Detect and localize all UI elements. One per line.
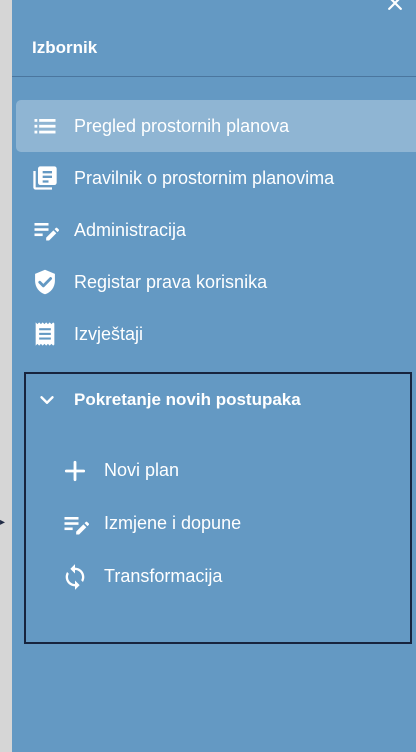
navigation-drawer: Izbornik Pregled prostornih planova Prav…: [12, 0, 416, 752]
nav-item-registar-prava[interactable]: Registar prava korisnika: [12, 256, 416, 308]
nav-item-pravilnik[interactable]: Pravilnik o prostornim planovima: [12, 152, 416, 204]
nav-item-label: Transformacija: [104, 566, 223, 586]
receipt-icon: [30, 319, 60, 349]
edit-note-icon: [60, 509, 90, 539]
nav-item-pregled-prostornih-planova[interactable]: Pregled prostornih planova: [16, 100, 416, 152]
main-nav: Pregled prostornih planova Pravilnik o p…: [12, 100, 416, 360]
nav-item-novi-plan[interactable]: Novi plan: [26, 444, 410, 497]
chevron-down-icon: [32, 385, 62, 415]
group-items: Novi plan Izmjene i dopune Transformacij…: [26, 444, 410, 603]
nav-item-label: Novi plan: [104, 460, 180, 480]
library-books-icon: [30, 163, 60, 193]
close-icon: [385, 0, 405, 18]
nav-item-label: Registar prava korisnika: [74, 271, 268, 292]
edit-note-icon: [30, 215, 60, 245]
plus-icon: [60, 456, 90, 486]
nav-item-izmjene-i-dopune[interactable]: Izmjene i dopune: [26, 497, 410, 550]
nav-item-label: Izvještaji: [74, 323, 144, 344]
verified-shield-icon: [30, 267, 60, 297]
sync-icon: [60, 562, 90, 592]
nav-item-label: Administracija: [74, 219, 187, 240]
nav-item-label: Izmjene i dopune: [104, 513, 242, 533]
nav-item-label: Pravilnik o prostornim planovima: [74, 167, 335, 188]
close-button[interactable]: [382, 0, 408, 18]
drawer-title: Izbornik: [32, 38, 98, 57]
nav-item-izvjestaji[interactable]: Izvještaji: [12, 308, 416, 360]
group-label: Pokretanje novih postupaka: [74, 390, 301, 409]
group-toggle[interactable]: Pokretanje novih postupaka: [26, 374, 410, 426]
collapsed-indicator: ▸: [0, 517, 6, 528]
nav-item-transformacija[interactable]: Transformacija: [26, 550, 410, 603]
divider: [12, 76, 416, 77]
list-icon: [30, 111, 60, 141]
nav-group-pokretanje: Pokretanje novih postupaka Novi plan Izm…: [24, 372, 412, 644]
nav-item-label: Pregled prostornih planova: [74, 115, 290, 136]
nav-item-administracija[interactable]: Administracija: [12, 204, 416, 256]
